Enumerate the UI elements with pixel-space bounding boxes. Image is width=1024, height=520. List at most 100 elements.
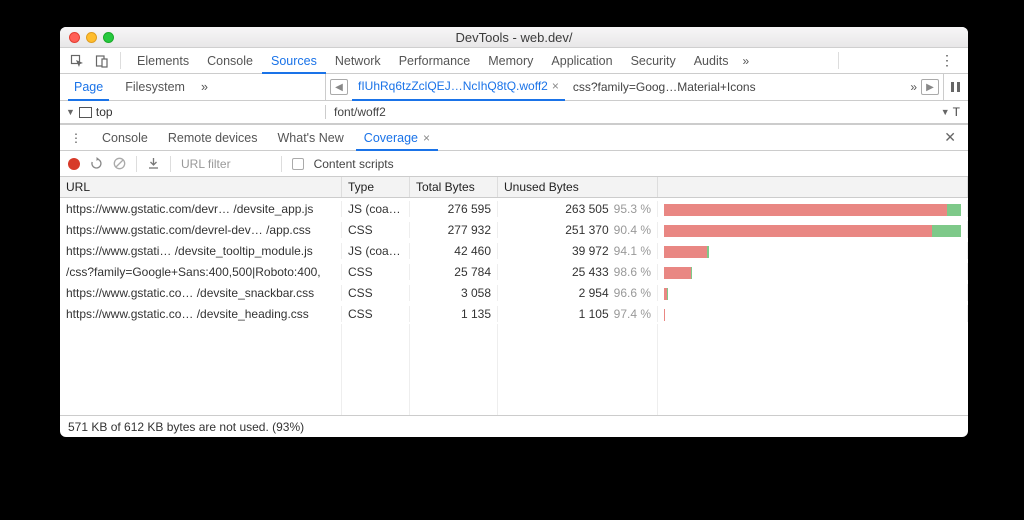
cell-bar	[658, 221, 968, 238]
drawer-close-icon[interactable]: ✕	[938, 129, 962, 146]
col-unused[interactable]: Unused Bytes	[498, 177, 658, 197]
history-back-icon[interactable]: ◀	[330, 79, 348, 95]
cell-bar	[658, 242, 968, 259]
inspect-icon[interactable]	[66, 54, 88, 68]
table-row[interactable]: https://www.gstatic.com/devrel-dev… /app…	[60, 219, 968, 240]
col-type[interactable]: Type	[342, 177, 410, 197]
content-scripts-label: Content scripts	[314, 157, 394, 171]
cell-url: https://www.gstatic.com/devr… /devsite_a…	[60, 201, 342, 217]
tab-performance[interactable]: Performance	[390, 48, 480, 74]
sources-subheader: Page Filesystem » ◀ fIUhRq6tzZclQEJ…NcIhQ8…	[60, 74, 968, 101]
cell-total-bytes: 1 135	[410, 306, 498, 322]
table-row[interactable]: https://www.gstatic.co… /devsite_snackba…	[60, 282, 968, 303]
cell-bar	[658, 305, 968, 322]
open-file-label: fIUhRq6tzZclQEJ…NcIhQ8tQ.woff2	[358, 79, 548, 93]
navigator-tab-filesystem[interactable]: Filesystem	[119, 74, 191, 101]
coverage-status-bar: 571 KB of 612 KB bytes are not used. (93…	[60, 415, 968, 437]
close-icon[interactable]	[69, 32, 80, 43]
main-tab-strip: ElementsConsoleSourcesNetworkPerformance…	[60, 48, 968, 74]
tab-network[interactable]: Network	[326, 48, 390, 74]
cell-unused-bytes: 263 50595.3 %	[498, 201, 658, 217]
close-icon[interactable]: ×	[423, 131, 430, 145]
cell-url: https://www.gstatic.co… /devsite_heading…	[60, 306, 342, 322]
open-file-tab[interactable]: css?family=Goog…Material+Icons	[567, 74, 762, 101]
cell-total-bytes: 42 460	[410, 243, 498, 259]
cell-total-bytes: 3 058	[410, 285, 498, 301]
cell-url: https://www.gstatic.com/devrel-dev… /app…	[60, 222, 342, 238]
table-header: URL Type Total Bytes Unused Bytes	[60, 177, 968, 198]
device-mode-icon[interactable]	[91, 54, 113, 68]
cell-url: https://www.gstati… /devsite_tooltip_mod…	[60, 243, 342, 259]
navigator-tabs: Page Filesystem »	[60, 74, 326, 100]
drawer-tab-coverage[interactable]: Coverage×	[356, 124, 438, 151]
cell-bar	[658, 200, 968, 217]
minimize-icon[interactable]	[86, 32, 97, 43]
drawer-menu-icon[interactable]: ⋮	[66, 131, 86, 145]
tab-security[interactable]: Security	[622, 48, 685, 74]
cell-bar	[658, 284, 968, 301]
cell-unused-bytes: 39 97294.1 %	[498, 243, 658, 259]
reload-icon[interactable]	[90, 157, 103, 170]
tab-audits[interactable]: Audits	[685, 48, 738, 74]
tab-application[interactable]: Application	[542, 48, 621, 74]
cell-unused-bytes: 1 10597.4 %	[498, 306, 658, 322]
col-url[interactable]: URL	[60, 177, 342, 197]
tree-top-label: top	[96, 105, 113, 119]
history-forward-icon[interactable]: ▶	[921, 79, 939, 95]
devtools-window: DevTools - web.dev/ ElementsConsoleSourc…	[60, 27, 968, 437]
watch-toggle[interactable]: ▼ T	[941, 105, 960, 119]
table-row[interactable]: https://www.gstatic.com/devr… /devsite_a…	[60, 198, 968, 219]
drawer-tab-strip: ⋮ ConsoleRemote devicesWhat's NewCoverag…	[60, 124, 968, 151]
tab-memory[interactable]: Memory	[479, 48, 542, 74]
cell-url: /css?family=Google+Sans:400,500|Roboto:4…	[60, 264, 342, 280]
cell-type: JS (coa…	[342, 243, 410, 259]
window-title: DevTools - web.dev/	[60, 30, 968, 45]
content-summary: font/woff2	[334, 105, 386, 119]
navigator-overflow-icon[interactable]: »	[201, 80, 208, 94]
cell-total-bytes: 276 595	[410, 201, 498, 217]
clear-icon[interactable]	[113, 157, 126, 170]
cell-total-bytes: 25 784	[410, 264, 498, 280]
table-row[interactable]: /css?family=Google+Sans:400,500|Roboto:4…	[60, 261, 968, 282]
chevron-down-icon: ▼	[66, 107, 75, 117]
record-icon[interactable]	[68, 158, 80, 170]
cell-unused-bytes: 251 37090.4 %	[498, 222, 658, 238]
cell-total-bytes: 277 932	[410, 222, 498, 238]
pause-icon[interactable]	[944, 74, 968, 100]
cell-type: CSS	[342, 264, 410, 280]
open-files-strip: ◀ fIUhRq6tzZclQEJ…NcIhQ8tQ.woff2 × css?fam…	[326, 74, 944, 100]
drawer-tab-remote-devices[interactable]: Remote devices	[160, 124, 266, 151]
open-file-label: css?family=Goog…Material+Icons	[573, 80, 756, 94]
close-icon[interactable]: ×	[552, 79, 559, 93]
main-tabs-overflow-icon[interactable]: »	[742, 54, 749, 68]
navigator-tab-page[interactable]: Page	[68, 74, 109, 101]
col-total[interactable]: Total Bytes	[410, 177, 498, 197]
maximize-icon[interactable]	[103, 32, 114, 43]
tab-sources[interactable]: Sources	[262, 48, 326, 74]
cell-type: CSS	[342, 222, 410, 238]
drawer-tab-what-s-new[interactable]: What's New	[270, 124, 352, 151]
tab-elements[interactable]: Elements	[128, 48, 198, 74]
tab-console[interactable]: Console	[198, 48, 262, 74]
drawer-tab-console[interactable]: Console	[94, 124, 156, 151]
url-filter-input[interactable]: URL filter	[181, 157, 231, 171]
frame-icon	[79, 107, 92, 118]
cell-type: JS (coa…	[342, 201, 410, 217]
table-row[interactable]: https://www.gstatic.co… /devsite_heading…	[60, 303, 968, 324]
export-icon[interactable]	[147, 157, 160, 170]
sources-content-row: ▼ top font/woff2 ▼ T	[60, 101, 968, 124]
content-scripts-checkbox[interactable]	[292, 158, 304, 170]
status-text: 571 KB of 612 KB bytes are not used. (93…	[68, 420, 304, 434]
tree-root[interactable]: ▼ top	[60, 105, 326, 119]
coverage-grid: URL Type Total Bytes Unused Bytes https:…	[60, 177, 968, 415]
cell-bar	[658, 263, 968, 280]
main-menu-icon[interactable]: ⋮	[932, 52, 962, 69]
cell-url: https://www.gstatic.co… /devsite_snackba…	[60, 285, 342, 301]
titlebar: DevTools - web.dev/	[60, 27, 968, 48]
open-files-overflow-icon[interactable]: »	[910, 80, 917, 94]
cell-unused-bytes: 25 43398.6 %	[498, 264, 658, 280]
open-file-tab[interactable]: fIUhRq6tzZclQEJ…NcIhQ8tQ.woff2 ×	[352, 74, 565, 101]
cell-type: CSS	[342, 306, 410, 322]
table-row[interactable]: https://www.gstati… /devsite_tooltip_mod…	[60, 240, 968, 261]
cell-unused-bytes: 2 95496.6 %	[498, 285, 658, 301]
